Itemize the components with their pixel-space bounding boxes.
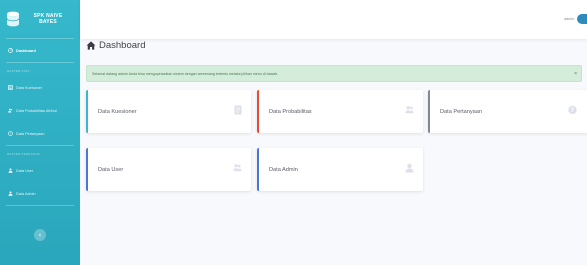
card-label: Data User <box>98 166 124 173</box>
card-data-probabilitas[interactable]: Data Probabilitas <box>257 90 423 133</box>
sidebar-item-label: Data Admin <box>16 191 36 196</box>
user-icon <box>7 191 13 196</box>
card-accent <box>86 90 88 133</box>
sidebar: SPK NAIVE BAYES Dashboard MASTER DATA Da… <box>0 0 80 265</box>
avatar <box>577 14 587 24</box>
sidebar-heading-users: MASTER PENGGUNA <box>7 152 40 156</box>
sidebar-item-label: Data Kuesioner <box>16 85 43 90</box>
database-icon <box>6 11 20 27</box>
users-icon <box>7 108 13 113</box>
sidebar-item-data-probabilitas-atribut[interactable]: Data Probabilitas Atribut <box>0 99 80 122</box>
file-icon <box>233 104 242 115</box>
users-icon <box>233 162 242 173</box>
chevron-left-icon <box>38 233 41 237</box>
card-label: Data Pertanyaan <box>440 108 482 115</box>
topbar: admin <box>80 0 587 39</box>
sidebar-item-data-admin[interactable]: Data Admin <box>0 182 80 205</box>
brand-name: SPK NAIVE BAYES <box>33 13 63 25</box>
dashboard-icon <box>7 48 13 53</box>
page-title-text: Dashboard <box>99 40 146 51</box>
page-title: Dashboard <box>86 40 145 51</box>
card-data-user[interactable]: Data User <box>86 148 251 191</box>
sidebar-toggle-button[interactable] <box>34 229 46 241</box>
sidebar-item-data-kuesioner[interactable]: Data Kuesioner <box>0 76 80 99</box>
question-circle-icon: ? <box>568 104 577 115</box>
card-accent <box>257 148 259 191</box>
card-accent <box>86 148 88 191</box>
user-icon <box>7 168 13 173</box>
card-label: Data Admin <box>269 166 298 173</box>
user-icon <box>405 162 414 173</box>
card-label: Data Kuesioner <box>98 108 137 115</box>
sidebar-divider <box>6 205 74 206</box>
sidebar-item-label: Data Pertanyaan <box>16 131 45 136</box>
question-icon: ? <box>7 131 13 136</box>
home-icon <box>86 41 96 50</box>
user-dropdown[interactable]: admin <box>564 14 587 24</box>
sidebar-item-label: Data User <box>16 168 34 173</box>
card-data-pertanyaan[interactable]: Data Pertanyaan ? <box>428 90 587 133</box>
card-accent <box>257 90 259 133</box>
sidebar-item-label: Data Probabilitas Atribut <box>16 108 57 113</box>
sidebar-item-label: Dashboard <box>16 48 36 53</box>
card-accent <box>428 90 430 133</box>
sidebar-brand[interactable]: SPK NAIVE BAYES <box>0 0 80 38</box>
table-icon <box>7 85 13 90</box>
sidebar-item-data-pertanyaan[interactable]: ? Data Pertanyaan <box>0 122 80 145</box>
alert-text: Selamat datang admin Anda bisa mengopera… <box>92 71 279 76</box>
sidebar-item-dashboard[interactable]: Dashboard <box>0 39 80 62</box>
sidebar-item-data-user[interactable]: Data User <box>0 159 80 182</box>
welcome-alert: Selamat datang admin Anda bisa mengopera… <box>86 65 582 82</box>
card-label: Data Probabilitas <box>269 108 312 115</box>
user-name: admin <box>564 17 574 21</box>
users-icon <box>405 104 414 115</box>
card-data-admin[interactable]: Data Admin <box>257 148 423 191</box>
alert-close-button[interactable]: × <box>574 71 577 77</box>
sidebar-heading-data: MASTER DATA <box>7 69 30 73</box>
card-data-kuesioner[interactable]: Data Kuesioner <box>86 90 251 133</box>
